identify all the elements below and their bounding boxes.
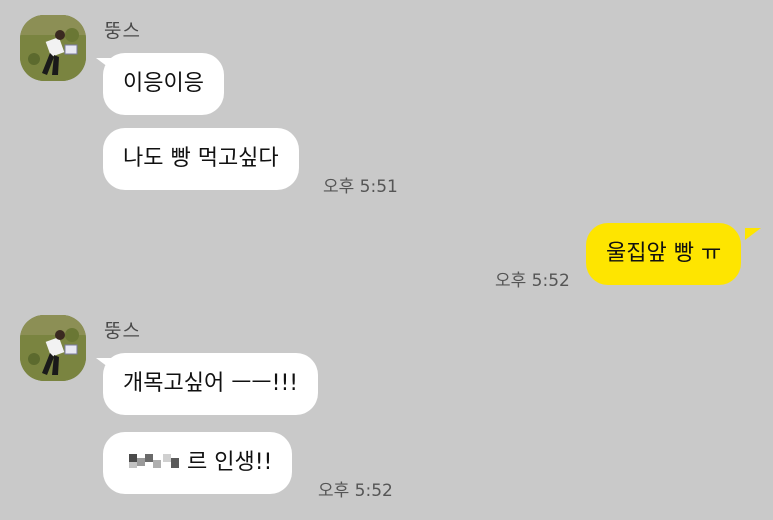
profile-photo-icon <box>20 15 86 81</box>
message-timestamp: 오후 5:52 <box>495 271 570 291</box>
incoming-message-bubble[interactable]: 개목고싶어 ㅡㅡ!!! <box>103 353 319 415</box>
incoming-message-bubble[interactable]: 나도 빵 먹고싶다 <box>103 128 299 190</box>
bubble-tail <box>745 228 761 240</box>
incoming-message-bubble[interactable]: 이응이응 <box>103 53 224 115</box>
sender-name: 뚱스 <box>104 20 141 42</box>
outgoing-message-bubble[interactable]: 울집앞 빵 ㅠ <box>586 223 742 285</box>
message-timestamp: 오후 5:52 <box>318 481 393 501</box>
sender-avatar[interactable] <box>20 315 86 381</box>
profile-photo-icon <box>20 315 86 381</box>
message-timestamp: 오후 5:51 <box>323 177 398 197</box>
redacted-text-censor <box>123 450 185 472</box>
message-text: 르 인생!! <box>187 450 273 475</box>
incoming-message-bubble[interactable]: 르 인생!! <box>103 432 293 494</box>
sender-avatar[interactable] <box>20 15 86 81</box>
sender-name: 뚱스 <box>104 320 141 342</box>
